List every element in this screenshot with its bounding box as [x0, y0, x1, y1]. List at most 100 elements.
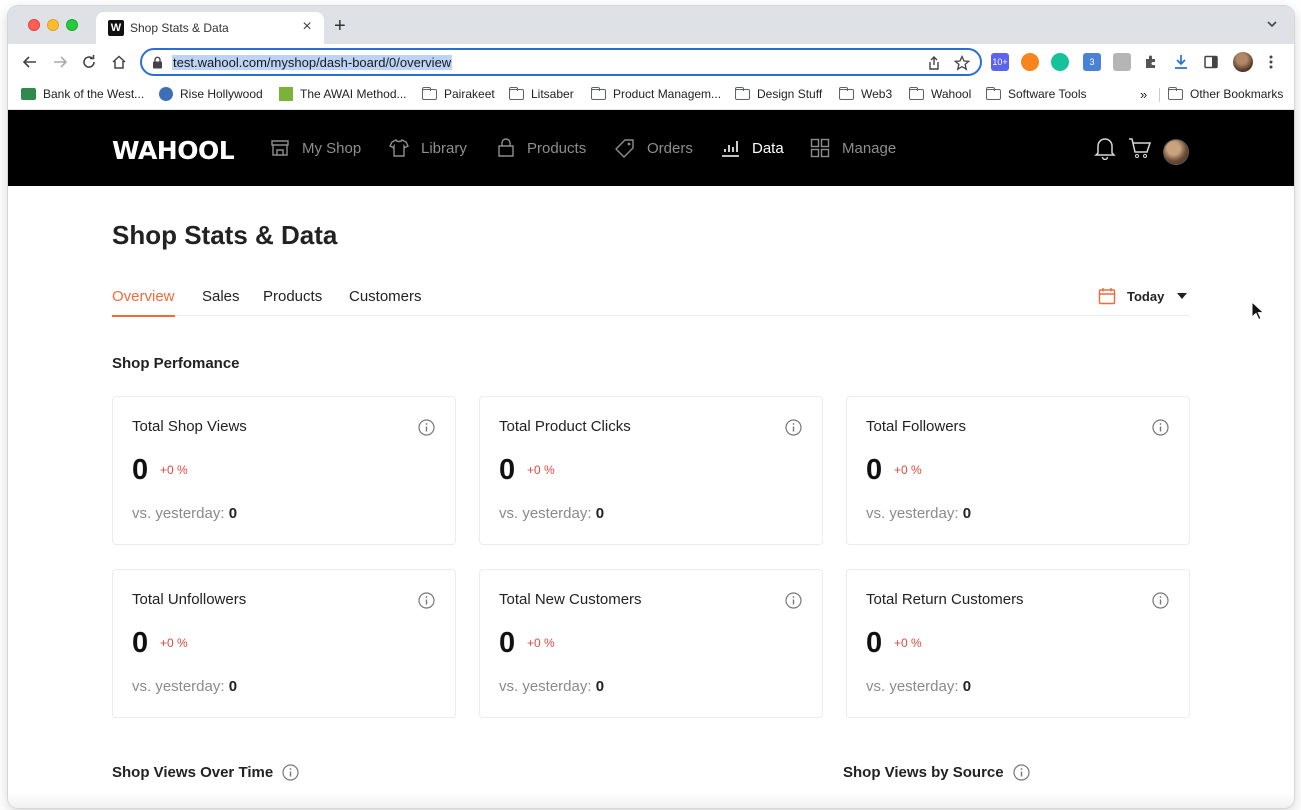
- bell-icon[interactable]: [1094, 136, 1116, 160]
- tab-products[interactable]: Products: [263, 288, 322, 305]
- bookmark-item[interactable]: Web3: [839, 86, 892, 101]
- card-title: Total Return Customers: [866, 591, 1024, 608]
- side-panel-icon[interactable]: [1203, 54, 1219, 70]
- compare-value: 0: [595, 678, 605, 695]
- nav-orders[interactable]: Orders: [615, 134, 693, 162]
- maximize-window-button[interactable]: [66, 19, 78, 31]
- cart-icon[interactable]: [1128, 136, 1152, 160]
- bookmark-item[interactable]: The AWAI Method...: [279, 87, 407, 101]
- info-icon[interactable]: [418, 592, 435, 609]
- bookmark-item[interactable]: Product Managem...: [591, 86, 721, 101]
- folder-icon: [591, 86, 606, 100]
- bookmark-item[interactable]: Software Tools: [986, 86, 1087, 101]
- bookmark-item[interactable]: Pairakeet: [422, 86, 495, 101]
- mouse-cursor-icon: [1251, 301, 1265, 321]
- grammarly-icon[interactable]: [1051, 53, 1069, 71]
- tab-overview[interactable]: Overview: [112, 288, 175, 317]
- compare-label: vs. yesterday:: [132, 678, 225, 695]
- bookmark-star-icon[interactable]: [954, 55, 970, 71]
- compare-value: 0: [595, 505, 605, 522]
- nav-manage[interactable]: Manage: [810, 134, 896, 162]
- calendar-icon: [1098, 288, 1116, 305]
- close-window-button[interactable]: [28, 19, 40, 31]
- nav-my-shop[interactable]: My Shop: [270, 134, 361, 162]
- bookmark-item[interactable]: Wahool: [909, 86, 971, 101]
- menu-kebab-icon[interactable]: [1268, 54, 1274, 70]
- card-title: Total New Customers: [499, 591, 642, 608]
- reload-button[interactable]: [79, 52, 99, 72]
- bookmark-label: Pairakeet: [444, 87, 495, 101]
- info-icon[interactable]: [1152, 419, 1169, 436]
- url-text[interactable]: test.wahool.com/myshop/dash-board/0/over…: [172, 55, 453, 70]
- other-bookmarks-label: Other Bookmarks: [1190, 87, 1284, 101]
- extension-badge-icon[interactable]: 10+: [991, 53, 1009, 71]
- bookmark-item[interactable]: Bank of the West...: [21, 87, 144, 101]
- downloads-icon[interactable]: [1173, 54, 1189, 70]
- minimize-window-button[interactable]: [47, 19, 59, 31]
- card-title: Total Unfollowers: [132, 591, 247, 608]
- tab-close-icon[interactable]: ×: [298, 18, 316, 36]
- bookmark-item[interactable]: Rise Hollywood: [159, 87, 263, 101]
- compare-value: 0: [228, 678, 238, 695]
- date-filter-label: Today: [1127, 288, 1165, 304]
- profile-avatar[interactable]: [1233, 52, 1253, 72]
- stat-card-new-customers: Total New Customers 0 +0 % vs. yesterday…: [479, 569, 823, 718]
- bookmarks-bar: Bank of the West... Rise Hollywood The A…: [8, 80, 1294, 110]
- bank-icon: [21, 88, 36, 100]
- rise-icon: [159, 87, 173, 101]
- bookmark-label: Design Stuff: [757, 87, 823, 101]
- info-icon[interactable]: [282, 764, 299, 781]
- new-tab-button[interactable]: +: [334, 15, 346, 38]
- extensions-puzzle-icon[interactable]: [1143, 54, 1159, 70]
- card-compare: vs. yesterday: 0: [866, 678, 971, 695]
- bookmark-label: Rise Hollywood: [180, 87, 263, 101]
- nav-label: Orders: [647, 139, 693, 157]
- back-button[interactable]: [20, 52, 40, 72]
- date-filter-dropdown[interactable]: Today: [1098, 287, 1188, 305]
- other-bookmarks[interactable]: Other Bookmarks: [1168, 86, 1284, 101]
- bottom-edge: [8, 792, 1294, 808]
- nav-products[interactable]: Products: [497, 134, 586, 162]
- info-icon[interactable]: [785, 419, 802, 436]
- bookmark-label: Litsaber: [531, 87, 574, 101]
- forward-button[interactable]: [50, 52, 70, 72]
- code-extension-icon[interactable]: 3: [1083, 53, 1101, 71]
- info-icon[interactable]: [418, 419, 435, 436]
- user-avatar[interactable]: [1163, 139, 1189, 165]
- site-header: WAHOOL My Shop Library Products Orders D…: [8, 110, 1294, 186]
- home-button[interactable]: [109, 52, 129, 72]
- caret-down-icon: [1177, 293, 1188, 299]
- compare-label: vs. yesterday:: [866, 678, 959, 695]
- folder-icon: [986, 86, 1001, 100]
- bookmark-item[interactable]: Design Stuff: [735, 86, 823, 101]
- tab-customers[interactable]: Customers: [349, 288, 422, 305]
- tab-search-chevron-icon[interactable]: [1266, 18, 1278, 30]
- wahool-logo[interactable]: WAHOOL: [112, 136, 235, 165]
- card-compare: vs. yesterday: 0: [132, 678, 237, 695]
- bookmark-item[interactable]: Litsaber: [509, 86, 574, 101]
- nav-label: Manage: [842, 139, 897, 157]
- info-icon[interactable]: [1013, 764, 1030, 781]
- section-title-performance: Shop Perfomance: [112, 355, 240, 372]
- share-icon[interactable]: [926, 55, 942, 71]
- card-title: Total Product Clicks: [499, 418, 631, 435]
- card-value: 0: [499, 454, 516, 486]
- k-extension-icon[interactable]: [1113, 53, 1131, 71]
- browser-tab[interactable]: W Shop Stats & Data ×: [96, 12, 324, 44]
- section-label: Shop Views Over Time: [112, 764, 274, 781]
- folder-icon: [735, 86, 750, 100]
- nav-library[interactable]: Library: [389, 134, 467, 162]
- card-value: 0: [866, 454, 883, 486]
- stat-card-return-customers: Total Return Customers 0 +0 % vs. yester…: [846, 569, 1190, 718]
- tab-sales[interactable]: Sales: [202, 288, 240, 305]
- card-value: 0: [499, 627, 516, 659]
- address-bar[interactable]: test.wahool.com/myshop/dash-board/0/over…: [140, 48, 982, 76]
- tag-icon: [615, 139, 634, 158]
- metamask-icon[interactable]: [1021, 53, 1039, 71]
- compare-label: vs. yesterday:: [132, 505, 225, 522]
- section-title-views-by-source: Shop Views by Source: [843, 764, 1030, 781]
- nav-data[interactable]: Data: [720, 134, 784, 162]
- bookmarks-overflow-button[interactable]: »: [1140, 87, 1147, 102]
- info-icon[interactable]: [785, 592, 802, 609]
- info-icon[interactable]: [1152, 592, 1169, 609]
